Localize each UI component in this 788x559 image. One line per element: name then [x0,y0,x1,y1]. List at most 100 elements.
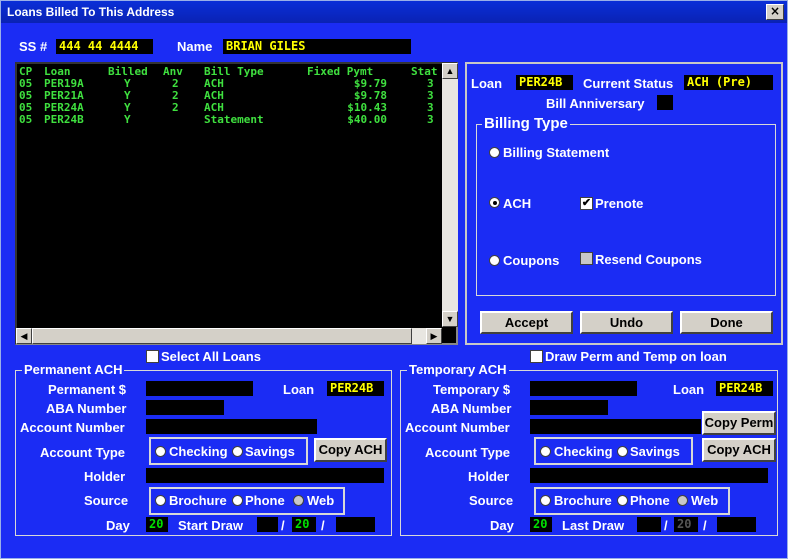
permanent-day-field[interactable]: 20 [146,517,168,532]
permanent-holder-field[interactable] [146,468,384,483]
billing-statement-radio[interactable] [489,147,500,158]
permanent-savings-radio[interactable] [232,446,243,457]
permanent-checking-radio[interactable] [155,446,166,457]
ach-label[interactable]: ACH [503,196,531,211]
permanent-checking-label[interactable]: Checking [169,444,228,459]
temporary-savings-radio[interactable] [617,446,628,457]
temporary-checking-label[interactable]: Checking [554,444,613,459]
panel-loan-label: Loan [471,76,503,91]
permanent-draw-day-field[interactable]: 20 [292,517,316,532]
permanent-account-field[interactable] [146,419,317,434]
temporary-aba-field[interactable] [530,400,608,415]
permanent-draw-year-field[interactable] [336,517,375,532]
permanent-phone-label[interactable]: Phone [245,493,285,508]
temporary-brochure-radio[interactable] [540,495,551,506]
done-button[interactable]: Done [680,311,773,334]
list-item[interactable]: 05 PER21A Y 2 ACH $9.78 3 [19,89,442,102]
window-title: Loans Billed To This Address [7,5,175,19]
temporary-aba-label: ABA Number [431,401,512,416]
temporary-date-separator: / [664,518,668,533]
prenote-label[interactable]: Prenote [595,196,643,211]
vertical-scroll-track[interactable] [442,79,458,311]
bill-anniversary-label: Bill Anniversary [546,96,645,111]
scroll-down-icon[interactable]: ▼ [442,311,458,327]
resend-coupons-checkbox[interactable] [580,252,593,265]
permanent-brochure-radio[interactable] [155,495,166,506]
scroll-right-icon[interactable]: ▶ [426,328,442,344]
temporary-last-draw-label: Last Draw [562,518,625,533]
copy-perm-button[interactable]: Copy Perm [702,411,776,435]
current-status-label: Current Status [583,76,674,91]
draw-perm-temp-label[interactable]: Draw Perm and Temp on loan [545,349,727,364]
temporary-account-field[interactable] [530,419,701,434]
ss-label: SS # [19,39,48,54]
list-item[interactable]: 05 PER24B Y Statement $40.00 3 [19,113,442,126]
accept-button[interactable]: Accept [480,311,573,334]
permanent-web-radio[interactable] [293,495,304,506]
temporary-holder-field[interactable] [530,468,768,483]
permanent-phone-radio[interactable] [232,495,243,506]
cell-fixed-pymt: $40.00 [347,113,387,126]
permanent-savings-label[interactable]: Savings [245,444,295,459]
current-status-field[interactable]: ACH (Pre) [684,75,773,90]
temporary-web-label[interactable]: Web [691,493,718,508]
temporary-account-type-label: Account Type [425,445,510,460]
permanent-date-separator: / [281,518,285,533]
title-bar[interactable]: Loans Billed To This Address × [1,1,787,23]
temporary-source-label: Source [469,493,514,508]
scroll-left-icon[interactable]: ◀ [16,328,32,344]
temporary-brochure-label[interactable]: Brochure [554,493,612,508]
permanent-brochure-label[interactable]: Brochure [169,493,227,508]
temporary-date-separator-2: / [703,518,707,533]
temporary-draw-day-field[interactable]: 20 [674,517,698,532]
permanent-draw-month-field[interactable] [257,517,278,532]
permanent-amount-field[interactable] [146,381,253,396]
panel-loan-field[interactable]: PER24B [516,75,573,90]
temporary-loan-field[interactable]: PER24B [716,381,773,396]
ach-radio[interactable] [489,197,500,208]
temporary-phone-label[interactable]: Phone [630,493,670,508]
prenote-checkbox[interactable]: ✔ [580,197,593,210]
temporary-web-radio[interactable] [677,495,688,506]
draw-perm-temp-checkbox[interactable] [530,350,543,363]
scroll-up-icon[interactable]: ▲ [442,63,458,79]
temporary-draw-year-field[interactable] [717,517,756,532]
permanent-loan-field[interactable]: PER24B [327,381,384,396]
temporary-phone-radio[interactable] [617,495,628,506]
permanent-copy-ach-button[interactable]: Copy ACH [314,438,387,462]
temporary-ach-title: Temporary ACH [407,362,509,377]
list-item[interactable]: 05 PER19A Y 2 ACH $9.79 3 [19,77,442,90]
name-field[interactable]: BRIAN GILES [223,39,411,54]
temporary-copy-ach-button[interactable]: Copy ACH [702,438,776,462]
billing-statement-label[interactable]: Billing Statement [503,145,609,160]
permanent-aba-field[interactable] [146,400,224,415]
vertical-scrollbar[interactable]: ▲ ▼ [442,63,458,327]
permanent-start-draw-label: Start Draw [178,518,244,533]
loan-list[interactable]: CP Loan Billed Anv Bill Type Fixed Pymt … [15,62,458,345]
undo-button[interactable]: Undo [580,311,673,334]
ss-field[interactable]: 444 44 4444 [56,39,153,54]
select-all-loans-label[interactable]: Select All Loans [161,349,261,364]
permanent-web-label[interactable]: Web [307,493,334,508]
horizontal-scroll-track[interactable] [412,328,426,344]
temporary-savings-label[interactable]: Savings [630,444,680,459]
permanent-source-label: Source [84,493,129,508]
permanent-aba-label: ABA Number [46,401,127,416]
select-all-loans-checkbox[interactable] [146,350,159,363]
cell-loan: PER24B [44,113,84,126]
coupons-radio[interactable] [489,255,500,266]
permanent-account-label: Account Number [20,420,125,435]
horizontal-scroll-thumb[interactable] [32,328,412,344]
horizontal-scrollbar[interactable]: ◀ ▶ [16,328,442,344]
coupons-label[interactable]: Coupons [503,253,559,268]
resend-coupons-label[interactable]: Resend Coupons [595,252,702,267]
close-button[interactable]: × [766,4,784,20]
permanent-loan-label: Loan [283,382,315,397]
temporary-checking-radio[interactable] [540,446,551,457]
temporary-day-field[interactable]: 20 [530,517,552,532]
billing-type-title: Billing Type [482,115,570,132]
temporary-draw-month-field[interactable] [637,517,661,532]
list-item[interactable]: 05 PER24A Y 2 ACH $10.43 3 [19,101,442,114]
bill-anniversary-field[interactable] [657,95,673,110]
temporary-amount-field[interactable] [530,381,637,396]
